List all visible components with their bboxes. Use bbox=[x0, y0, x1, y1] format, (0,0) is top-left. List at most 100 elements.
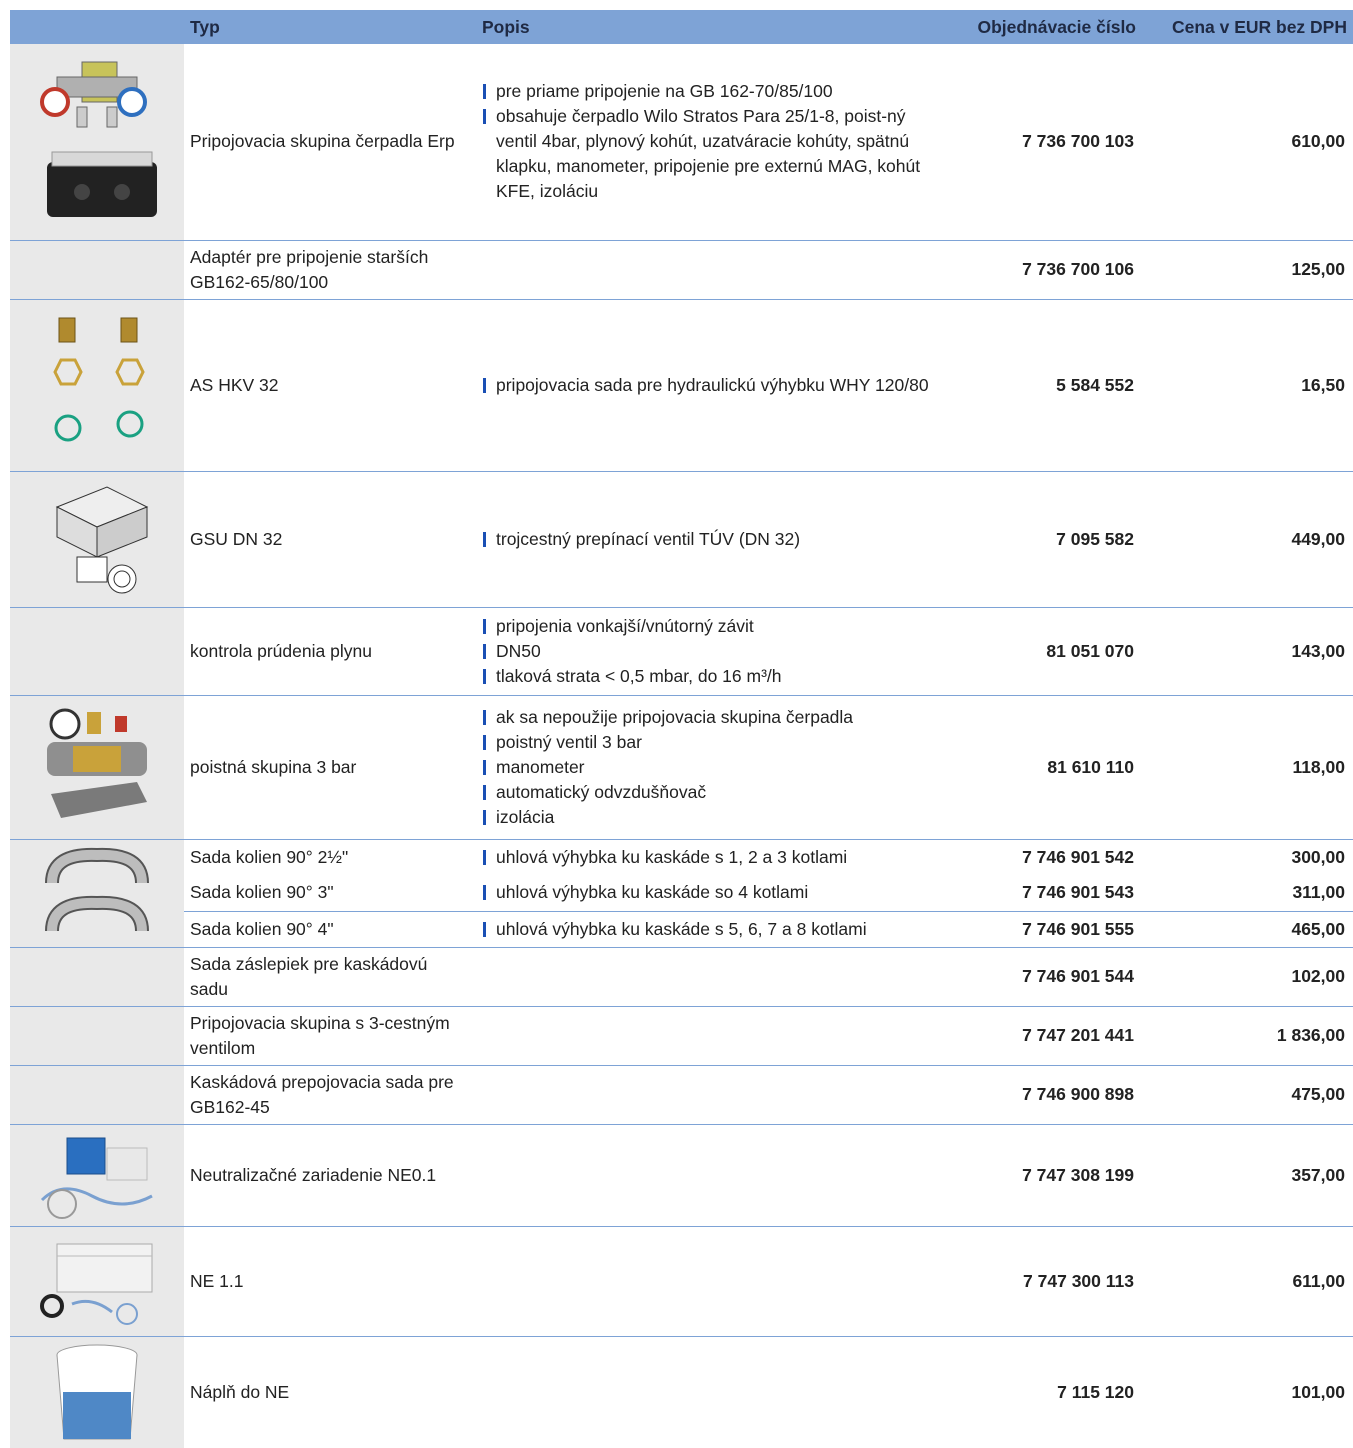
product-description: pripojovacia sada pre hydraulickú výhybk… bbox=[476, 299, 956, 472]
description-item: uhlová výhybka ku kaskáde so 4 kotlami bbox=[482, 880, 950, 905]
safety-group-icon bbox=[47, 708, 147, 818]
description-item: trojcestný prepínací ventil TÚV (DN 32) bbox=[482, 527, 950, 552]
table-row: Adaptér pre pripojenie starších GB162-65… bbox=[10, 240, 1353, 300]
price: 143,00 bbox=[1142, 607, 1353, 696]
product-image-cell bbox=[10, 1006, 184, 1066]
order-number: 7 746 901 544 bbox=[956, 947, 1142, 1007]
product-description bbox=[476, 1226, 956, 1337]
product-image-cell bbox=[10, 947, 184, 1007]
price: 16,50 bbox=[1142, 299, 1353, 472]
description-item: automatický odvzdušňovač bbox=[482, 780, 950, 805]
product-description: ak sa nepoužije pripojovacia skupina čer… bbox=[476, 695, 956, 840]
header-typ: Typ bbox=[184, 10, 476, 44]
product-image-cell bbox=[10, 1226, 184, 1337]
product-description: uhlová výhybka ku kaskáde so 4 kotlami bbox=[476, 875, 956, 912]
description-item: poistný ventil 3 bar bbox=[482, 730, 950, 755]
table-row: kontrola prúdenia plynu pripojenia vonka… bbox=[10, 607, 1353, 696]
description-item: pripojovacia sada pre hydraulickú výhybk… bbox=[482, 373, 950, 398]
elbow-set-icon bbox=[45, 847, 149, 932]
description-item: uhlová výhybka ku kaskáde s 1, 2 a 3 kot… bbox=[482, 845, 950, 870]
product-description: pre priame pripojenie na GB 162-70/85/10… bbox=[476, 44, 956, 241]
price: 449,00 bbox=[1142, 471, 1353, 608]
table-row: Sada kolien 90° 3" uhlová výhybka ku kas… bbox=[10, 875, 1353, 912]
header-cena: Cena v EUR bez DPH bbox=[1142, 10, 1353, 44]
table-row: poistná skupina 3 bar ak sa nepoužije pr… bbox=[10, 695, 1353, 840]
header-image-cell bbox=[10, 10, 184, 44]
product-type: Sada kolien 90° 4" bbox=[184, 911, 476, 948]
description-item: pripojenia vonkajší/vnútorný závit bbox=[482, 614, 950, 639]
price: 610,00 bbox=[1142, 44, 1353, 241]
pump-group-icon bbox=[40, 61, 157, 217]
product-type: GSU DN 32 bbox=[184, 471, 476, 608]
description-item: manometer bbox=[482, 755, 950, 780]
product-type: Neutralizačné zariadenie NE0.1 bbox=[184, 1124, 476, 1227]
product-description: uhlová výhybka ku kaskáde s 1, 2 a 3 kot… bbox=[476, 839, 956, 875]
order-number: 5 584 552 bbox=[956, 299, 1142, 472]
price: 300,00 bbox=[1291, 846, 1345, 867]
product-description bbox=[476, 1336, 956, 1448]
product-image-cell bbox=[10, 607, 184, 696]
table-row: Náplň do NE 7 115 120 101,00 bbox=[10, 1336, 1353, 1448]
table-row: Sada kolien 90° 2½" uhlová výhybka ku ka… bbox=[10, 839, 1353, 948]
order-number: 7 747 201 441 bbox=[956, 1006, 1142, 1066]
order-number: 81 051 070 bbox=[956, 607, 1142, 696]
order-number: 7 747 308 199 bbox=[956, 1124, 1142, 1227]
description-item: tlaková strata < 0,5 mbar, do 16 m³/h bbox=[482, 664, 950, 689]
product-image-cell bbox=[10, 1065, 184, 1125]
price: 118,00 bbox=[1142, 695, 1353, 840]
description-item: izolácia bbox=[482, 805, 950, 830]
price: 125,00 bbox=[1142, 240, 1353, 300]
description-item: DN50 bbox=[482, 639, 950, 664]
description-item: pre priame pripojenie na GB 162-70/85/10… bbox=[482, 79, 950, 104]
product-image-cell bbox=[10, 240, 184, 300]
description-item: uhlová výhybka ku kaskáde s 5, 6, 7 a 8 … bbox=[482, 917, 950, 942]
header-popis: Popis bbox=[476, 10, 956, 44]
table-row: Pripojovacia skupina s 3-cestným ventilo… bbox=[10, 1006, 1353, 1066]
product-image-cell bbox=[10, 1336, 184, 1448]
order-number: 7 115 120 bbox=[1057, 1381, 1134, 1402]
product-image-cell bbox=[10, 471, 184, 608]
table-row: Kaskádová prepojovacia sada pre GB162-45… bbox=[10, 1065, 1353, 1125]
product-type: Adaptér pre pripojenie starších GB162-65… bbox=[184, 240, 476, 300]
fittings-set-icon bbox=[53, 317, 145, 442]
product-description bbox=[476, 240, 956, 300]
table-row: Sada záslepiek pre kaskádovú sadu 7 746 … bbox=[10, 947, 1353, 1007]
product-type: AS HKV 32 bbox=[184, 299, 476, 472]
product-type: Kaskádová prepojovacia sada pre GB162-45 bbox=[184, 1065, 476, 1125]
product-image-cell bbox=[10, 44, 184, 241]
product-description bbox=[476, 1065, 956, 1125]
order-number: 7 746 901 542 bbox=[1022, 846, 1134, 867]
table-row: GSU DN 32 trojcestný prepínací ventil TÚ… bbox=[10, 471, 1353, 608]
product-type: kontrola prúdenia plynu bbox=[184, 607, 476, 696]
price: 475,00 bbox=[1142, 1065, 1353, 1125]
product-image-cell bbox=[10, 695, 184, 840]
table-row: AS HKV 32 pripojovacia sada pre hydrauli… bbox=[10, 299, 1353, 472]
product-description: trojcestný prepínací ventil TÚV (DN 32) bbox=[476, 471, 956, 608]
order-number: 81 610 110 bbox=[956, 695, 1142, 840]
price-list-page: Typ Popis Objednávacie číslo Cena v EUR … bbox=[0, 0, 1353, 1448]
product-description: uhlová výhybka ku kaskáde s 5, 6, 7 a 8 … bbox=[476, 911, 956, 948]
product-type: NE 1.1 bbox=[184, 1226, 476, 1337]
order-number: 7 747 300 113 bbox=[956, 1226, 1142, 1337]
product-image-cell bbox=[10, 299, 184, 472]
table-row: Neutralizačné zariadenie NE0.1 7 747 308… bbox=[10, 1124, 1353, 1227]
product-description bbox=[476, 1124, 956, 1227]
price: 465,00 bbox=[1142, 911, 1353, 948]
order-number: 7 746 901 555 bbox=[956, 911, 1142, 948]
product-description bbox=[476, 947, 956, 1007]
product-type: Náplň do NE bbox=[190, 1381, 290, 1402]
product-description bbox=[476, 1006, 956, 1066]
refill-bucket-icon bbox=[56, 1344, 138, 1440]
description-item: ak sa nepoužije pripojovacia skupina čer… bbox=[482, 705, 950, 730]
product-description: pripojenia vonkajší/vnútorný závit DN50 … bbox=[476, 607, 956, 696]
product-image-cell bbox=[10, 1124, 184, 1227]
order-number: 7 736 700 103 bbox=[956, 44, 1142, 241]
neutralization-box-icon bbox=[40, 1137, 153, 1219]
price: 357,00 bbox=[1142, 1124, 1353, 1227]
product-image-cell bbox=[10, 839, 184, 948]
order-number: 7 736 700 106 bbox=[956, 240, 1142, 300]
table-row: NE 1.1 7 747 300 113 611,00 bbox=[10, 1226, 1353, 1337]
price: 311,00 bbox=[1142, 875, 1353, 912]
product-type: Sada kolien 90° 2½" bbox=[190, 846, 349, 867]
price: 611,00 bbox=[1142, 1226, 1353, 1337]
